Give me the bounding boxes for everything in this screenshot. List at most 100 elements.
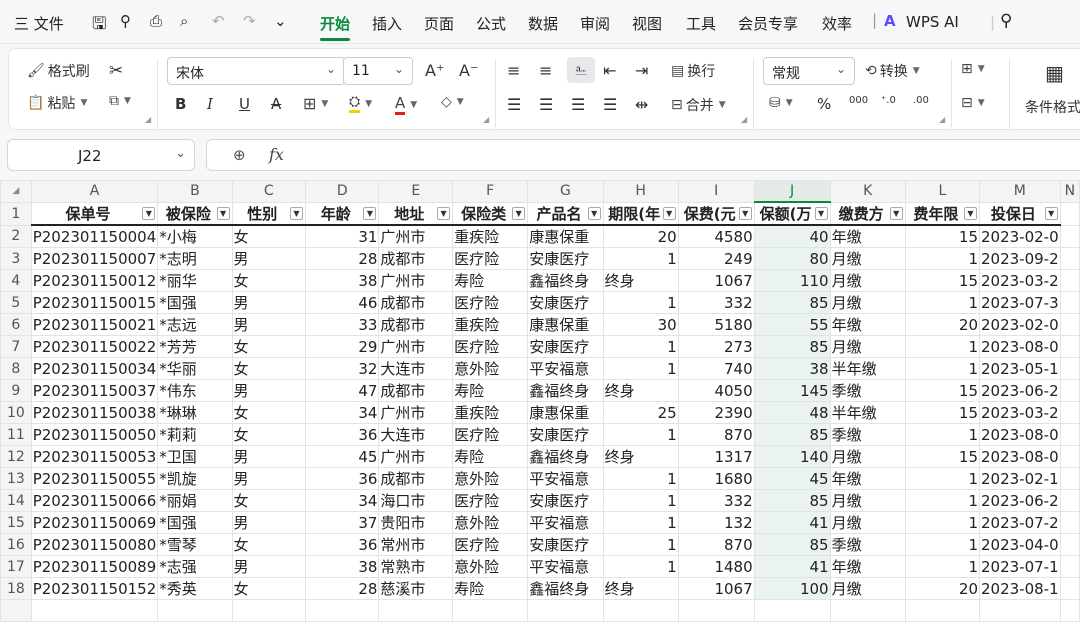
table-cell[interactable]: *志强 (157, 555, 233, 579)
header-cell[interactable]: 保险类 ▼ (452, 201, 529, 227)
underline-button[interactable]: U (239, 95, 250, 113)
undo-icon[interactable]: ↶ (212, 12, 225, 30)
table-cell[interactable]: 平安福意 (527, 555, 604, 579)
zoom-icon[interactable]: ⊕ (233, 146, 246, 164)
table-cell[interactable]: 季缴 (829, 423, 906, 447)
name-box[interactable]: J22 ⌄ (7, 139, 195, 171)
table-cell[interactable]: *雪琴 (157, 533, 233, 557)
filter-dropdown-icon[interactable]: ▼ (216, 206, 230, 220)
table-cell[interactable]: 医疗险 (452, 291, 529, 315)
table-cell[interactable]: 月缴 (829, 247, 906, 271)
table-cell[interactable]: 15 (904, 269, 981, 293)
filter-dropdown-icon[interactable]: ▼ (142, 206, 156, 220)
table-cell[interactable]: 45 (304, 445, 380, 469)
select-all-corner[interactable]: ◢ (0, 180, 32, 203)
row-header[interactable]: 5 (0, 291, 32, 315)
table-cell[interactable]: 终身 (602, 269, 679, 293)
row-header[interactable]: 8 (0, 357, 32, 381)
table-cell[interactable]: 38 (304, 555, 380, 579)
table-cell[interactable]: 寿险 (452, 577, 529, 601)
table-cell[interactable]: 36 (304, 533, 380, 557)
table-cell[interactable]: 1 (904, 489, 981, 513)
filter-dropdown-icon[interactable]: ▼ (964, 206, 977, 220)
table-cell[interactable]: 男 (231, 511, 306, 535)
tab-page[interactable]: 页面 (424, 13, 454, 34)
print-preview-icon[interactable]: ⌕ (180, 12, 188, 30)
table-cell[interactable] (904, 599, 981, 622)
row-header[interactable]: 11 (0, 423, 32, 447)
table-cell[interactable]: 成都市 (378, 247, 454, 271)
table-cell[interactable]: 1 (602, 423, 679, 447)
table-cell[interactable]: 医疗险 (452, 247, 529, 271)
justify-icon[interactable]: ☰ (603, 95, 617, 114)
table-cell[interactable]: 2023-05-1 (979, 357, 1061, 381)
table-cell[interactable]: 46 (304, 291, 380, 315)
table-cell[interactable]: 45 (753, 467, 831, 491)
table-cell[interactable]: 年缴 (829, 467, 906, 491)
table-cell[interactable]: 1 (904, 533, 981, 557)
header-cell[interactable]: 保费(元 ▼ (677, 201, 755, 227)
table-cell[interactable]: 常熟市 (378, 555, 454, 579)
table-cell[interactable]: *芳芳 (157, 335, 233, 359)
table-cell[interactable]: 常州市 (378, 533, 454, 557)
table-cell[interactable]: 870 (677, 533, 755, 557)
table-cell[interactable]: 终身 (602, 379, 679, 403)
table-cell[interactable]: 2023-06-2 (979, 489, 1061, 513)
column-header-g[interactable]: G (527, 180, 604, 203)
table-cell[interactable]: *凯旋 (157, 467, 233, 491)
table-cell[interactable]: 2023-06-2 (979, 379, 1061, 403)
share-icon[interactable]: ⚲ (120, 12, 131, 30)
table-cell[interactable]: 38 (304, 269, 380, 293)
table-cell[interactable]: 2023-03-2 (979, 401, 1061, 425)
table-cell[interactable]: 意外险 (452, 467, 529, 491)
column-header-i[interactable]: I (677, 180, 755, 203)
table-cell[interactable]: 大连市 (378, 423, 454, 447)
table-cell[interactable]: 32 (304, 357, 380, 381)
thousands-separator-icon[interactable]: 000 (849, 95, 868, 106)
table-cell[interactable]: 意外险 (452, 357, 529, 381)
table-cell[interactable]: 月缴 (829, 269, 906, 293)
table-cell[interactable]: 1 (602, 489, 679, 513)
fx-icon[interactable]: fx (269, 145, 284, 164)
table-cell[interactable]: 鑫福终身 (527, 379, 604, 403)
table-cell[interactable]: 年缴 (829, 224, 906, 249)
table-cell[interactable]: *卫国 (157, 445, 233, 469)
table-cell[interactable]: P202301150080 (30, 533, 159, 557)
table-cell[interactable]: 女 (231, 357, 306, 381)
table-cell[interactable]: 成都市 (378, 313, 454, 337)
tab-efficiency[interactable]: 效率 (822, 13, 852, 34)
table-cell[interactable]: 1 (904, 423, 981, 447)
table-cell[interactable] (979, 599, 1061, 622)
column-header-j[interactable]: J (753, 180, 831, 204)
table-cell[interactable] (1059, 269, 1080, 293)
table-cell[interactable]: 332 (677, 489, 755, 513)
table-cell[interactable]: 20 (904, 313, 981, 337)
align-middle-icon[interactable]: ≡ (539, 61, 552, 80)
table-cell[interactable]: 15 (904, 445, 981, 469)
row-header[interactable]: 4 (0, 269, 32, 293)
wps-ai-button[interactable]: WPS AI (906, 13, 959, 31)
column-header-a[interactable]: A (30, 180, 159, 203)
print-icon[interactable]: ⎙ (150, 12, 162, 30)
table-cell[interactable]: 20 (904, 577, 981, 601)
header-cell[interactable]: 投保日 ▼ (979, 201, 1061, 227)
table-cell[interactable]: 85 (753, 489, 831, 513)
distributed-icon[interactable]: ⇹ (635, 95, 648, 114)
table-cell[interactable]: 2023-07-3 (979, 291, 1061, 315)
conditional-format-icon[interactable]: ▦ (1045, 61, 1064, 85)
clear-button[interactable]: ◇ ▼ (441, 94, 464, 110)
table-cell[interactable]: 贵阳市 (378, 511, 454, 535)
filter-dropdown-icon[interactable]: ▼ (512, 206, 526, 220)
table-cell[interactable]: 广州市 (378, 269, 454, 293)
table-cell[interactable]: 740 (677, 357, 755, 381)
table-cell[interactable]: *志明 (157, 247, 233, 271)
table-cell[interactable]: 1 (904, 467, 981, 491)
table-cell[interactable]: 80 (753, 247, 831, 271)
border-button[interactable]: ⊞ ▼ (303, 94, 328, 113)
increase-font-icon[interactable]: A⁺ (425, 61, 444, 80)
font-size-select[interactable]: 11 ⌄ (343, 57, 413, 85)
table-cell[interactable]: 安康医疗 (527, 247, 604, 271)
table-cell[interactable]: P202301150015 (30, 291, 159, 315)
filter-dropdown-icon[interactable]: ▼ (587, 206, 601, 220)
table-cell[interactable]: 月缴 (829, 335, 906, 359)
